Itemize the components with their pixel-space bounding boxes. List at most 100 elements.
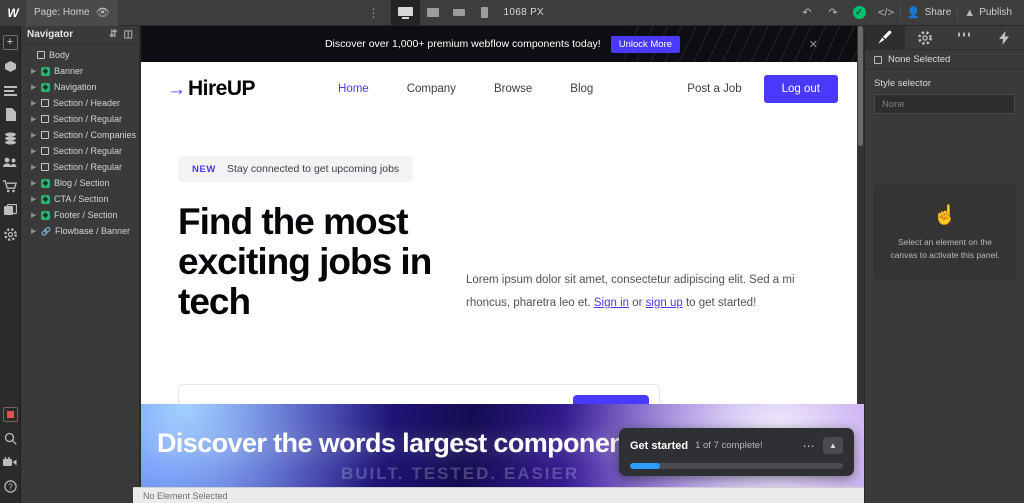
nav-item-label: Section / Regular: [53, 114, 123, 124]
users-icon[interactable]: [0, 150, 21, 174]
search-icon[interactable]: [0, 426, 21, 450]
post-a-job-link[interactable]: Post a Job: [687, 83, 741, 95]
arrow-right-icon: →: [167, 78, 186, 100]
sort-updown-icon[interactable]: ⇵: [109, 29, 117, 40]
webflow-logo[interactable]: W: [0, 0, 26, 26]
navigator-icon[interactable]: [0, 78, 21, 102]
nav-item-section-regular-3[interactable]: ▶ Section / Regular: [21, 159, 139, 175]
nav-item-section-regular-2[interactable]: ▶ Section / Regular: [21, 143, 139, 159]
get-started-progress-bar: [630, 463, 843, 469]
nav-link-home[interactable]: Home: [338, 83, 369, 95]
page-selector[interactable]: Page: Home 👁: [26, 0, 118, 26]
style-selector-section: Style selector None: [865, 70, 1024, 114]
sign-up-link[interactable]: sign up: [646, 297, 683, 309]
get-started-widget[interactable]: Get started 1 of 7 complete! ⋯ ▲: [619, 428, 854, 476]
nav-link-company[interactable]: Company: [407, 83, 456, 95]
publish-label: Publish: [979, 7, 1012, 18]
chevron-right-icon[interactable]: ▶: [31, 115, 37, 123]
tab-style[interactable]: [865, 26, 905, 49]
site-promo-banner[interactable]: Discover over 1,000+ premium webflow com…: [141, 26, 864, 62]
share-button[interactable]: 👤 Share: [901, 0, 957, 26]
eye-icon[interactable]: 👁: [96, 6, 110, 19]
chevron-up-icon[interactable]: ▲: [823, 437, 843, 454]
canvas-scrollbar-thumb[interactable]: [858, 26, 863, 146]
chevron-right-icon[interactable]: ▶: [31, 67, 37, 75]
settings-icon[interactable]: [0, 222, 21, 246]
nav-link-browse[interactable]: Browse: [494, 83, 532, 95]
chevron-right-icon[interactable]: ▶: [31, 195, 37, 203]
hero-badge[interactable]: NEW Stay connected to get upcoming jobs: [178, 156, 414, 182]
chevron-right-icon[interactable]: ▶: [31, 211, 37, 219]
ecommerce-icon[interactable]: [0, 174, 21, 198]
interactions-icon: [958, 32, 971, 38]
nav-item-blog-section[interactable]: ▶ ◆ Blog / Section: [21, 175, 139, 191]
right-panel: None Selected Style selector None ☝ Sele…: [864, 26, 1024, 503]
left-icon-rail: + ?: [0, 26, 21, 503]
empty-state-text: Select an element on the canvas to activ…: [890, 236, 1000, 260]
chevron-right-icon[interactable]: ▶: [31, 147, 37, 155]
chevron-right-icon[interactable]: ▶: [31, 99, 37, 107]
nav-item-label: Body: [49, 50, 70, 60]
desktop-icon: [397, 6, 413, 19]
get-started-progress-text: 1 of 7 complete!: [695, 440, 763, 451]
cms-icon[interactable]: [0, 126, 21, 150]
brand-logo[interactable]: → HireUP: [167, 77, 256, 101]
right-panel-empty-state: ☝ Select an element on the canvas to act…: [874, 184, 1016, 280]
style-selector-input[interactable]: None: [874, 94, 1015, 114]
mobile-portrait-icon: [481, 7, 489, 18]
breakpoint-mobile-landscape[interactable]: [446, 0, 472, 26]
assets-icon[interactable]: [0, 198, 21, 222]
tab-effects[interactable]: [984, 26, 1024, 49]
nav-item-label: Blog / Section: [54, 178, 110, 188]
panel-toggle-icon[interactable]: ◫: [124, 29, 133, 40]
site-nav-actions: Post a Job Log out: [687, 75, 838, 103]
chevron-right-icon[interactable]: ▶: [31, 227, 37, 235]
pages-icon[interactable]: [0, 102, 21, 126]
undo-icon[interactable]: ↶: [794, 0, 820, 26]
nav-item-section-header[interactable]: ▶ Section / Header: [21, 95, 139, 111]
ellipsis-icon[interactable]: ⋯: [803, 440, 816, 452]
gear-icon: [917, 30, 932, 45]
breakpoint-desktop[interactable]: [390, 0, 420, 26]
video-record-icon[interactable]: [0, 402, 21, 426]
nav-item-banner[interactable]: ▶ ◆ Banner: [21, 63, 139, 79]
save-status-icon[interactable]: ✓: [846, 0, 872, 26]
nav-item-section-regular-1[interactable]: ▶ Section / Regular: [21, 111, 139, 127]
nav-item-label: Section / Header: [53, 98, 121, 108]
more-options-icon[interactable]: ⋮: [358, 7, 391, 19]
breakpoint-tablet[interactable]: [420, 0, 446, 26]
chevron-right-icon[interactable]: ▶: [31, 131, 37, 139]
element-square-icon: [41, 115, 49, 123]
nav-item-body[interactable]: ▶ Body: [21, 47, 139, 63]
video-tutorials-icon[interactable]: [0, 450, 21, 474]
components-icon[interactable]: [0, 54, 21, 78]
breakpoint-mobile-portrait[interactable]: [472, 0, 498, 26]
tab-interactions[interactable]: [945, 26, 985, 49]
nav-item-flowbase-banner[interactable]: ▶ 🔗 Flowbase / Banner: [21, 223, 139, 239]
nav-item-navigation[interactable]: ▶ ◆ Navigation: [21, 79, 139, 95]
redo-icon[interactable]: ↷: [820, 0, 846, 26]
logout-button[interactable]: Log out: [763, 75, 838, 103]
site-nav-links: Home Company Browse Blog: [338, 83, 593, 95]
close-x-icon[interactable]: ✕: [809, 38, 818, 51]
nav-item-cta-section[interactable]: ▶ ◆ CTA / Section: [21, 191, 139, 207]
nav-item-footer-section[interactable]: ▶ ◆ Footer / Section: [21, 207, 139, 223]
sign-in-link[interactable]: Sign in: [594, 297, 629, 309]
page-label: Page: Home: [34, 7, 90, 18]
component-icon: ◆: [41, 82, 50, 92]
help-icon[interactable]: ?: [0, 474, 21, 498]
right-panel-tabs: [865, 26, 1024, 50]
new-badge-label: NEW: [192, 163, 216, 175]
nav-link-blog[interactable]: Blog: [570, 83, 593, 95]
nav-item-section-companies[interactable]: ▶ Section / Companies: [21, 127, 139, 143]
tab-settings[interactable]: [905, 26, 945, 49]
publish-button[interactable]: ▲ Publish: [958, 0, 1018, 26]
add-elements-icon[interactable]: +: [0, 30, 21, 54]
selection-label: None Selected: [888, 54, 951, 65]
chevron-right-icon[interactable]: ▶: [31, 83, 37, 91]
chevron-right-icon[interactable]: ▶: [31, 163, 37, 171]
style-selector-value: None: [882, 98, 905, 110]
code-brackets-icon[interactable]: </>: [872, 0, 900, 26]
unlock-more-button[interactable]: Unlock More: [610, 35, 681, 53]
chevron-right-icon[interactable]: ▶: [31, 179, 37, 187]
